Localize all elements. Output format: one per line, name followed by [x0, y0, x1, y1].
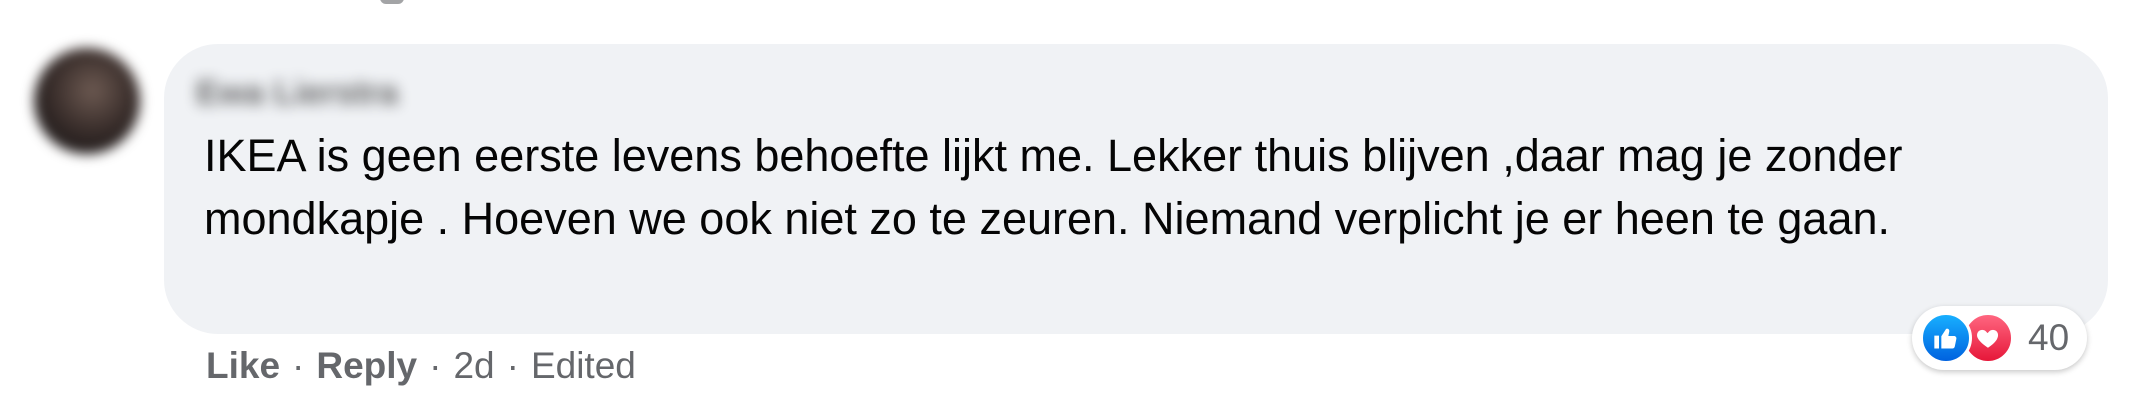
reactions-summary[interactable]: 40 [1912, 306, 2088, 370]
edited-label[interactable]: Edited [531, 345, 636, 387]
reaction-count: 40 [2028, 317, 2070, 358]
like-icon [1920, 312, 1972, 364]
separator: · [429, 345, 442, 386]
comment-actions: Like · Reply · 2d · Edited [206, 340, 636, 392]
like-button[interactable]: Like [206, 345, 280, 387]
separator: · [506, 345, 519, 386]
comment-thread: Ewa Lierstra IKEA is geen eerste levens … [0, 0, 2144, 406]
timestamp[interactable]: 2d [453, 345, 494, 387]
avatar[interactable] [34, 48, 140, 154]
comment-author[interactable]: Ewa Lierstra [196, 74, 398, 113]
separator: · [292, 345, 305, 386]
previous-content-fragment [380, 0, 404, 4]
reply-button[interactable]: Reply [316, 345, 417, 387]
thumbs-up-glyph [1934, 328, 1957, 349]
heart-glyph [1977, 329, 1999, 348]
comment-text: IKEA is geen eerste levens behoefte lijk… [204, 130, 1903, 244]
